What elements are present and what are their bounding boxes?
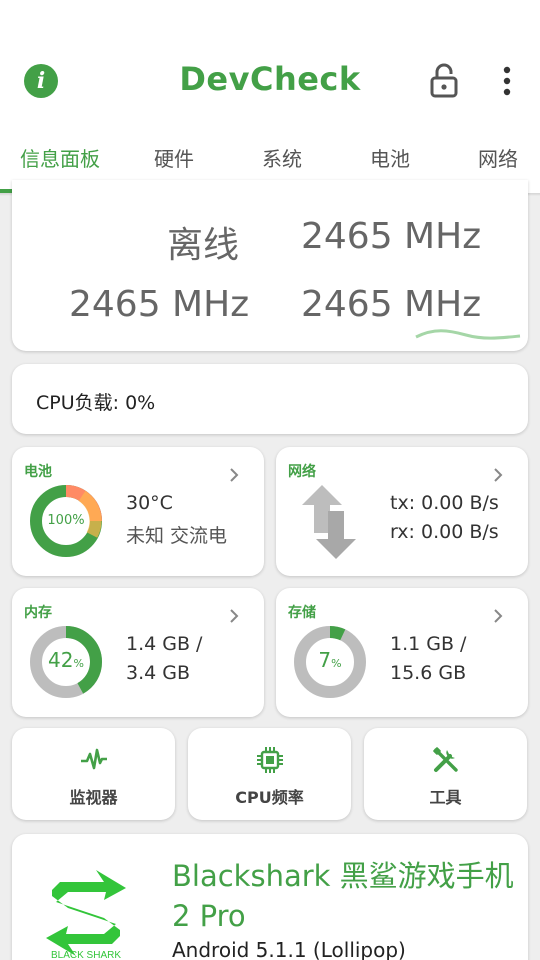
network-tx: tx: 0.00 B/s xyxy=(390,492,499,514)
blackshark-logo: BLACK SHARK xyxy=(46,870,126,960)
device-card[interactable]: BLACK SHARK Blackshark 黑鲨游戏手机 2 Pro Andr… xyxy=(12,834,528,960)
battery-label: 电池 xyxy=(24,464,52,480)
chevron-right-icon xyxy=(230,468,239,482)
logo-text: BLACK SHARK xyxy=(51,950,121,960)
tools-label: 工具 xyxy=(429,788,462,807)
monitor-label: 监视器 xyxy=(69,788,118,807)
monitor-pulse-icon xyxy=(80,748,107,770)
core-freq: 2465 MHz xyxy=(301,216,482,257)
storage-card[interactable]: 存储 7% 1.1 GB / 15.6 GB xyxy=(276,588,528,717)
cpu-load-text: CPU负载: 0% xyxy=(36,392,156,414)
cpu-frequency-card[interactable]: 离线 2465 MHz 2465 MHz 2465 MHz xyxy=(12,180,528,351)
more-vert-icon[interactable] xyxy=(494,64,520,98)
storage-total: 15.6 GB xyxy=(390,662,467,684)
lock-icon[interactable] xyxy=(428,62,460,98)
chevron-right-icon xyxy=(494,468,503,482)
network-label: 网络 xyxy=(288,464,316,480)
battery-card[interactable]: 电池 100% 30°C 未知 交流电 xyxy=(12,447,264,576)
cpu-load-card[interactable]: CPU负载: 0% xyxy=(12,364,528,434)
device-name: Blackshark 黑鲨游戏手机 2 Pro xyxy=(172,859,514,933)
battery-temp: 30°C xyxy=(126,492,173,514)
core-freq: 2465 MHz xyxy=(69,284,250,325)
battery-status: 未知 交流电 xyxy=(126,525,228,547)
chevron-right-icon xyxy=(494,609,503,623)
network-rx: rx: 0.00 B/s xyxy=(390,521,499,543)
memory-total: 3.4 GB xyxy=(126,662,191,684)
storage-percent: 7% xyxy=(318,648,342,672)
transfer-arrows-icon xyxy=(302,485,356,559)
tools-button[interactable]: 工具 xyxy=(364,728,527,820)
os-version: Android 5.1.1 (Lollipop) xyxy=(172,938,406,960)
cpu-frequency-label: CPU频率 xyxy=(235,788,304,807)
memory-label: 内存 xyxy=(24,605,52,621)
core-freq: 2465 MHz xyxy=(301,284,482,325)
memory-used: 1.4 GB / xyxy=(126,633,203,655)
cpu-chip-icon xyxy=(256,747,283,773)
storage-label: 存储 xyxy=(288,605,316,621)
network-card[interactable]: 网络 tx: 0.00 B/s rx: 0.00 B/s xyxy=(276,447,528,576)
memory-percent: 42% xyxy=(48,648,84,672)
core-freq: 离线 xyxy=(167,225,240,266)
monitor-button[interactable]: 监视器 xyxy=(12,728,175,820)
tools-icon xyxy=(432,747,458,772)
chevron-right-icon xyxy=(230,609,239,623)
storage-used: 1.1 GB / xyxy=(390,633,467,655)
freq-sparkline xyxy=(415,329,521,340)
cpu-frequency-button[interactable]: CPU频率 xyxy=(188,728,351,820)
battery-percent: 100% xyxy=(47,513,85,528)
memory-card[interactable]: 内存 42% 1.4 GB / 3.4 GB xyxy=(12,588,264,717)
